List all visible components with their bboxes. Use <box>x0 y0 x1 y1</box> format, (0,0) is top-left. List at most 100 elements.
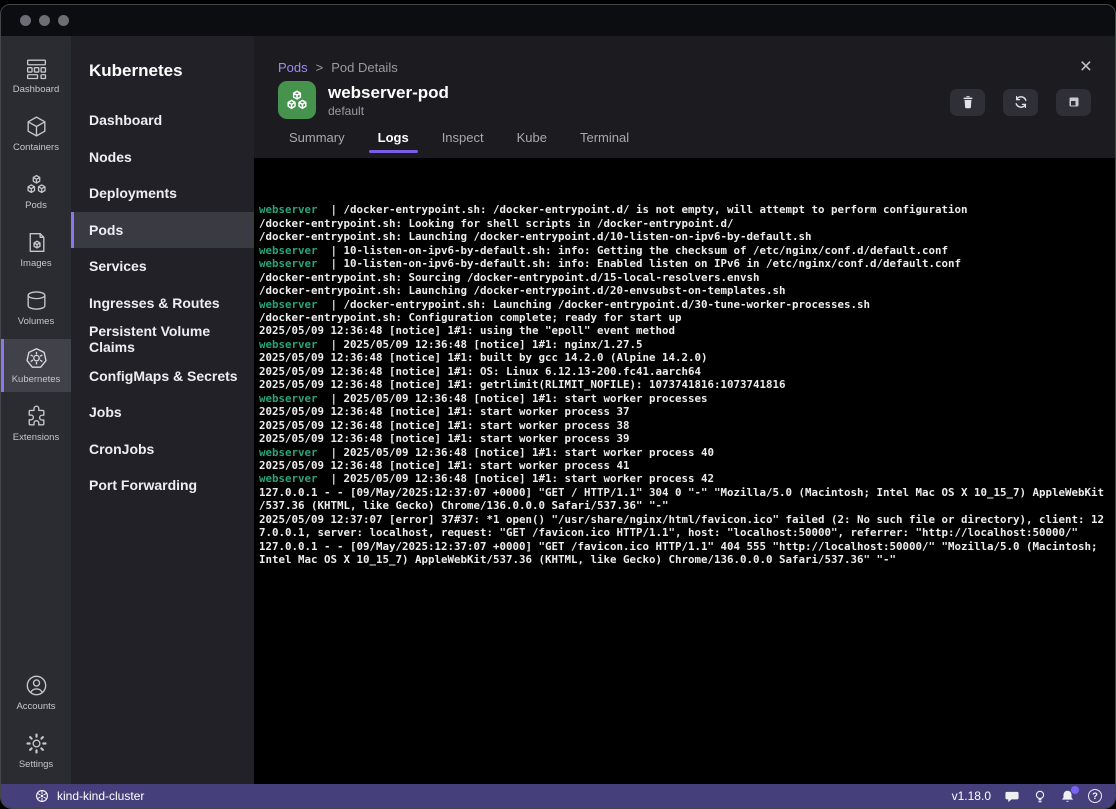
kubernetes-icon <box>24 346 49 371</box>
pod-details-tabs: Summary Logs Inspect Kube Terminal <box>289 130 1091 153</box>
page-title: webserver-pod <box>328 83 449 103</box>
tab-logs[interactable]: Logs <box>378 130 409 153</box>
pod-details-header: Pods > Pod Details × webserver-pod <box>254 36 1115 158</box>
sidebar-item-pods[interactable]: Pods <box>71 212 254 249</box>
log-line: Intel Mac OS X 10_15_7) AppleWebKit/537.… <box>259 553 1115 566</box>
pod-status-icon <box>278 81 316 119</box>
rail-item-label: Pods <box>25 200 47 211</box>
sidebar-item-nodes[interactable]: Nodes <box>71 139 254 176</box>
rail-item-kubernetes[interactable]: Kubernetes <box>1 339 71 392</box>
log-output[interactable]: webserver | /docker-entrypoint.sh: /dock… <box>254 158 1115 784</box>
log-line-text: 2025/05/09 12:36:48 [notice] 1#1: using … <box>259 324 675 337</box>
log-line: /537.36 (KHTML, like Gecko) Chrome/136.0… <box>259 499 1115 512</box>
log-line: 2025/05/09 12:36:48 [notice] 1#1: start … <box>259 405 1115 418</box>
pod-actions <box>950 89 1091 116</box>
log-line-text: /docker-entrypoint.sh: Launching /docker… <box>344 298 871 311</box>
tab-terminal[interactable]: Terminal <box>580 130 629 153</box>
sidebar-item-label: Pods <box>89 222 123 238</box>
log-pipe-separator: | <box>318 203 344 216</box>
tab-label: Kube <box>517 130 547 145</box>
log-line-head: webserver | <box>259 446 344 459</box>
rail-item-pods[interactable]: Pods <box>1 165 71 218</box>
traffic-light-close[interactable] <box>20 15 31 26</box>
more-options-button[interactable] <box>1056 89 1091 116</box>
log-line: webserver | 10-listen-on-ipv6-by-default… <box>259 257 1115 270</box>
settings-icon <box>24 731 49 756</box>
traffic-light-minimize[interactable] <box>39 15 50 26</box>
feedback-icon[interactable] <box>1004 789 1020 804</box>
pod-namespace: default <box>328 104 449 118</box>
traffic-light-zoom[interactable] <box>58 15 69 26</box>
log-line-head: webserver | <box>259 338 344 351</box>
sidebar-item-ingresses-routes[interactable]: Ingresses & Routes <box>71 285 254 322</box>
log-line: 2025/05/09 12:36:48 [notice] 1#1: start … <box>259 432 1115 445</box>
kubernetes-nav-list: Dashboard Nodes Deployments Pods Service… <box>71 102 254 504</box>
close-icon[interactable]: × <box>1080 56 1092 77</box>
sidebar-item-deployments[interactable]: Deployments <box>71 175 254 212</box>
log-line: 2025/05/09 12:36:48 [notice] 1#1: using … <box>259 324 1115 337</box>
log-line: 2025/05/09 12:36:48 [notice] 1#1: start … <box>259 459 1115 472</box>
sidebar-item-persistent-volume-claims[interactable]: Persistent Volume Claims <box>71 321 254 358</box>
log-pipe-separator: | <box>318 392 344 405</box>
log-line: 127.0.0.1 - - [09/May/2025:12:37:07 +000… <box>259 540 1115 553</box>
log-line-text: 2025/05/09 12:36:48 [notice] 1#1: getrli… <box>259 378 786 391</box>
rail-item-images[interactable]: Images <box>1 223 71 276</box>
sidebar-item-services[interactable]: Services <box>71 248 254 285</box>
sidebar-item-port-forwarding[interactable]: Port Forwarding <box>71 467 254 504</box>
rail-item-extensions[interactable]: Extensions <box>1 397 71 450</box>
log-line: webserver | 10-listen-on-ipv6-by-default… <box>259 244 1115 257</box>
lightbulb-icon[interactable] <box>1033 789 1047 804</box>
log-line-text: 2025/05/09 12:36:48 [notice] 1#1: start … <box>259 432 630 445</box>
log-line: webserver | 2025/05/09 12:36:48 [notice]… <box>259 472 1115 485</box>
rail-item-label: Accounts <box>16 701 55 712</box>
rail-item-containers[interactable]: Containers <box>1 107 71 160</box>
breadcrumb-pods-link[interactable]: Pods <box>278 60 308 75</box>
help-icon[interactable]: ? <box>1088 789 1102 803</box>
log-line-text: 2025/05/09 12:36:48 [notice] 1#1: start … <box>259 459 630 472</box>
log-line-text: /docker-entrypoint.sh: Launching /docker… <box>259 230 812 243</box>
log-line-text: 127.0.0.1 - - [09/May/2025:12:37:07 +000… <box>259 486 1104 499</box>
notifications-bell-icon[interactable] <box>1060 789 1075 804</box>
app-window: Dashboard Containers Pods <box>0 4 1116 809</box>
log-line-text: /docker-entrypoint.sh: Sourcing /docker-… <box>259 271 760 284</box>
kubernetes-sidebar: Kubernetes Dashboard Nodes Deployments P… <box>71 36 254 784</box>
log-line: 2025/05/09 12:36:48 [notice] 1#1: OS: Li… <box>259 365 1115 378</box>
container-name-prefix: webserver <box>259 392 318 405</box>
sidebar-item-label: CronJobs <box>89 441 154 457</box>
sidebar-item-cronjobs[interactable]: CronJobs <box>71 431 254 468</box>
accounts-icon <box>24 673 49 698</box>
log-line: webserver | 2025/05/09 12:36:48 [notice]… <box>259 446 1115 459</box>
container-name-prefix: webserver <box>259 472 318 485</box>
sidebar-item-label: Ingresses & Routes <box>89 295 220 311</box>
notification-dot <box>1071 786 1079 794</box>
cluster-status[interactable]: kind-kind-cluster <box>35 789 144 803</box>
log-pipe-separator: | <box>318 472 344 485</box>
tab-summary[interactable]: Summary <box>289 130 345 153</box>
log-line-text: /docker-entrypoint.sh: /docker-entrypoin… <box>344 203 968 216</box>
rail-item-volumes[interactable]: Volumes <box>1 281 71 334</box>
rail-item-label: Kubernetes <box>12 374 61 385</box>
tab-kube[interactable]: Kube <box>517 130 547 153</box>
restart-pod-button[interactable] <box>1003 89 1038 116</box>
tab-inspect[interactable]: Inspect <box>442 130 484 153</box>
delete-pod-button[interactable] <box>950 89 985 116</box>
sidebar-item-jobs[interactable]: Jobs <box>71 394 254 431</box>
containers-icon <box>24 114 49 139</box>
log-line-text: 2025/05/09 12:36:48 [notice] 1#1: built … <box>259 351 708 364</box>
log-line: /docker-entrypoint.sh: Launching /docker… <box>259 230 1115 243</box>
rail-item-settings[interactable]: Settings <box>1 724 71 777</box>
sidebar-item-label: Persistent Volume Claims <box>89 323 254 355</box>
open-square-icon <box>1066 94 1082 110</box>
sidebar-item-configmaps-secrets[interactable]: ConfigMaps & Secrets <box>71 358 254 395</box>
sidebar-item-dashboard[interactable]: Dashboard <box>71 102 254 139</box>
log-line-text: /docker-entrypoint.sh: Launching /docker… <box>259 284 786 297</box>
status-bar: kind-kind-cluster v1.18.0 <box>1 784 1115 808</box>
log-line: 127.0.0.1 - - [09/May/2025:12:37:07 +000… <box>259 486 1115 499</box>
rail-item-dashboard[interactable]: Dashboard <box>1 49 71 102</box>
container-name-prefix: webserver <box>259 203 318 216</box>
log-line: 7.0.0.1, server: localhost, request: "GE… <box>259 526 1115 539</box>
log-line: 2025/05/09 12:36:48 [notice] 1#1: start … <box>259 419 1115 432</box>
rail-item-accounts[interactable]: Accounts <box>1 666 71 719</box>
sidebar-item-label: Dashboard <box>89 112 162 128</box>
sidebar-item-label: Deployments <box>89 185 177 201</box>
